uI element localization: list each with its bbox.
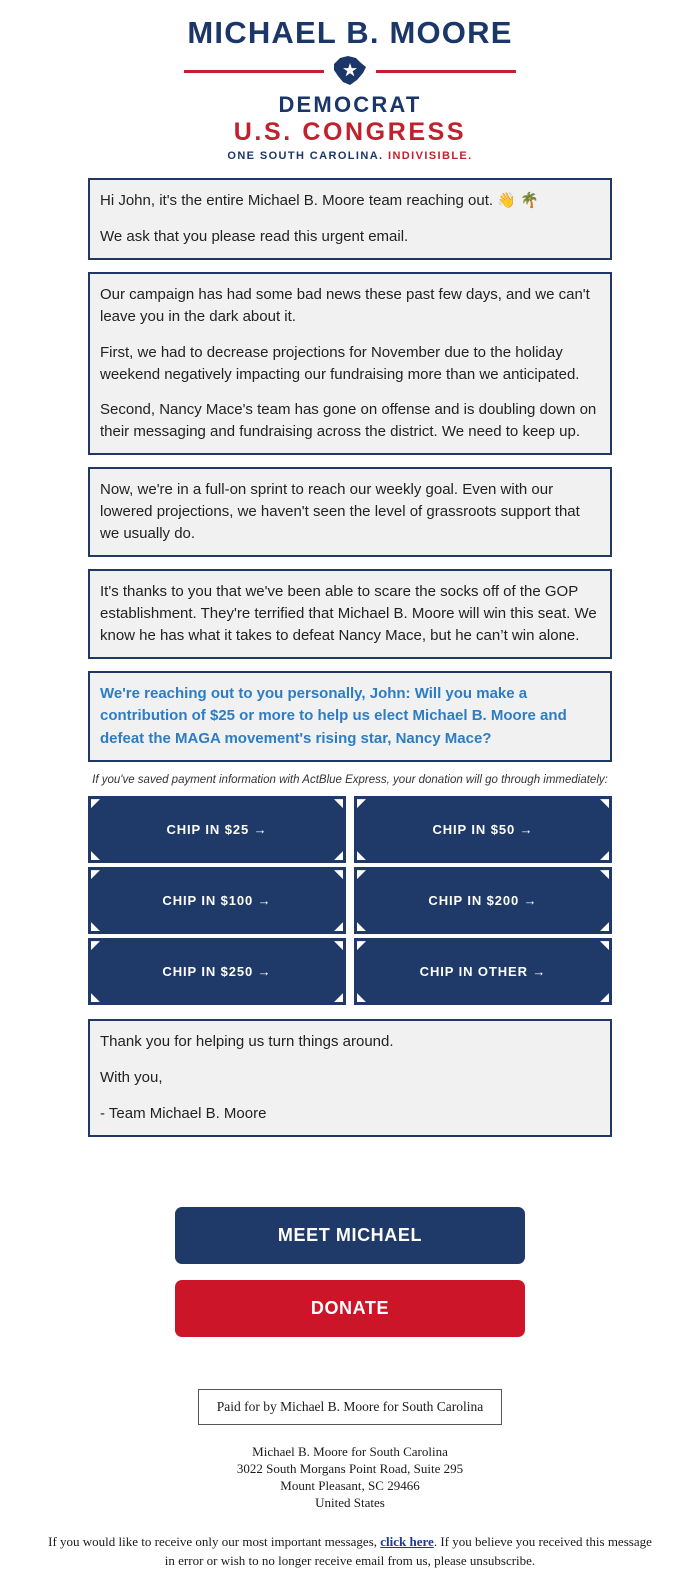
paid-for-disclaimer: Paid for by Michael B. Moore for South C… [197, 1388, 503, 1425]
greeting-block: Hi John, it's the entire Michael B. Moor… [88, 178, 612, 260]
address-line: Mount Pleasant, SC 29466 [280, 1478, 420, 1494]
bad-news-block: Our campaign has had some bad news these… [88, 271, 612, 456]
corner-notch-icon [91, 941, 100, 951]
cta-zone: MEET MICHAEL DONATE [0, 1149, 700, 1337]
chip-button-label: CHIP IN $50 → [432, 822, 534, 838]
unsubscribe-text-pre: If you would like to receive only our mo… [48, 1534, 381, 1550]
corner-notch-icon [91, 870, 100, 880]
paragraph: It's thanks to you that we've been able … [100, 582, 597, 644]
corner-notch-icon [357, 799, 366, 809]
chip-button-label: CHIP IN OTHER → [419, 964, 547, 980]
signoff-block: Thank you for helping us turn things aro… [88, 1019, 612, 1137]
corner-notch-icon [600, 851, 609, 861]
corner-notch-icon [334, 870, 343, 880]
chip-in-200-button[interactable]: CHIP IN $200 → [354, 867, 612, 935]
logo-rule-left [184, 69, 324, 73]
corner-notch-icon [334, 799, 343, 809]
logo-party: DEMOCRAT [278, 92, 422, 118]
logo-office: U.S. CONGRESS [233, 118, 467, 147]
corner-notch-icon [334, 993, 343, 1003]
south-carolina-state-icon [330, 54, 370, 88]
logo-tagline-primary: ONE SOUTH CAROLINA. [227, 150, 384, 163]
corner-notch-icon [357, 870, 366, 880]
chip-in-50-button[interactable]: CHIP IN $50 → [354, 796, 612, 864]
chip-button-label: CHIP IN $25 → [166, 822, 268, 838]
email-footer: Paid for by Michael B. Moore for South C… [0, 1353, 700, 1586]
donate-button[interactable]: DONATE [175, 1279, 525, 1337]
address-line: United States [315, 1495, 385, 1511]
click-here-link[interactable]: click here [380, 1534, 434, 1549]
ask-block: We're reaching out to you personally, Jo… [88, 670, 612, 763]
paragraph: Second, Nancy Mace's team has gone on of… [100, 401, 597, 441]
corner-notch-icon [600, 799, 609, 809]
corner-notch-icon [334, 941, 343, 951]
corner-notch-icon [91, 922, 100, 932]
campaign-header: MICHAEL B. MOORE DEMOCRAT U.S. CONGRESS … [0, 0, 700, 179]
email-body: MICHAEL B. MOORE DEMOCRAT U.S. CONGRESS … [0, 0, 700, 1586]
chip-in-100-button[interactable]: CHIP IN $100 → [88, 867, 346, 935]
paragraph: We're reaching out to you personally, Jo… [100, 684, 567, 747]
address-line: Michael B. Moore for South Carolina [252, 1443, 448, 1459]
corner-notch-icon [600, 870, 609, 880]
logo-rule-row [0, 54, 700, 88]
paragraph: First, we had to decrease projections fo… [100, 343, 580, 383]
corner-notch-icon [600, 993, 609, 1003]
sprint-block: Now, we're in a full-on sprint to reach … [88, 467, 612, 557]
chip-button-label: CHIP IN $250 → [162, 964, 272, 980]
chip-in-other-button[interactable]: CHIP IN OTHER → [354, 938, 612, 1006]
corner-notch-icon [600, 941, 609, 951]
corner-notch-icon [334, 851, 343, 861]
logo-tagline-accent: INDIVISIBLE. [387, 150, 473, 163]
chip-button-label: CHIP IN $200 → [428, 893, 538, 909]
campaign-address: Michael B. Moore for South Carolina 3022… [0, 1443, 700, 1512]
message-blocks: Hi John, it's the entire Michael B. Moor… [0, 178, 700, 763]
corner-notch-icon [357, 851, 366, 861]
chip-button-label: CHIP IN $100 → [162, 893, 272, 909]
corner-notch-icon [600, 922, 609, 932]
paragraph: Now, we're in a full-on sprint to reach … [100, 481, 580, 543]
corner-notch-icon [357, 993, 366, 1003]
corner-notch-icon [357, 922, 366, 932]
corner-notch-icon [91, 799, 100, 809]
corner-notch-icon [357, 941, 366, 951]
gop-block: It's thanks to you that we've been able … [88, 568, 612, 659]
address-line: 3022 South Morgans Point Road, Suite 295 [236, 1460, 464, 1476]
paragraph: Hi John, it's the entire Michael B. Moor… [100, 192, 539, 210]
paragraph: Our campaign has had some bad news these… [100, 285, 590, 325]
logo-rule-right [376, 69, 516, 73]
paragraph: - Team Michael B. Moore [100, 1104, 267, 1122]
paragraph: With you, [100, 1069, 163, 1086]
actblue-express-note: If you've saved payment information with… [92, 774, 608, 787]
unsubscribe-notice: If you would like to receive only our mo… [0, 1533, 700, 1569]
signoff-wrap: Thank you for helping us turn things aro… [0, 1019, 700, 1137]
paragraph: Thank you for helping us turn things aro… [100, 1033, 394, 1051]
paragraph: We ask that you please read this urgent … [100, 228, 409, 246]
chip-in-25-button[interactable]: CHIP IN $25 → [88, 796, 346, 864]
corner-notch-icon [334, 922, 343, 932]
chip-in-250-button[interactable]: CHIP IN $250 → [88, 938, 346, 1006]
corner-notch-icon [91, 851, 100, 861]
logo-candidate-name: MICHAEL B. MOORE [187, 15, 513, 50]
donation-amount-grid: CHIP IN $25 → CHIP IN $50 → CHIP IN $100… [0, 796, 700, 1006]
logo-tagline: ONE SOUTH CAROLINA. INDIVISIBLE. [0, 150, 700, 162]
corner-notch-icon [91, 993, 100, 1003]
meet-michael-button[interactable]: MEET MICHAEL [175, 1206, 525, 1264]
